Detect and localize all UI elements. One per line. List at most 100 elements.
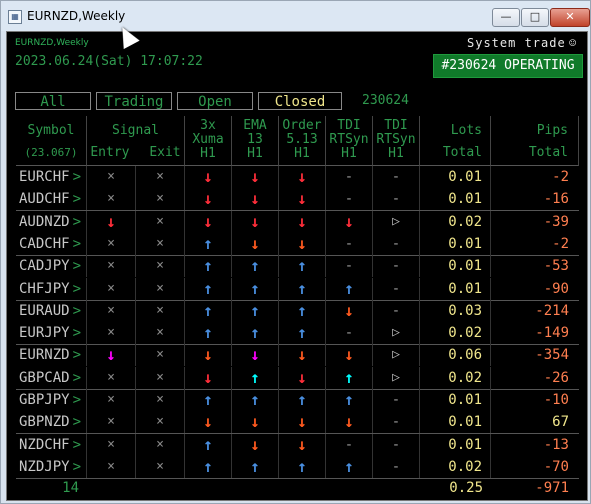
- xuma-signal: ↓: [185, 188, 232, 211]
- title-bar[interactable]: ▦ EURNZD,Weekly — □ ✕: [1, 1, 590, 31]
- col-entry-label: Entry: [90, 145, 130, 160]
- tdi2-signal: -: [373, 411, 420, 434]
- tdi1-signal: ↓: [326, 299, 373, 322]
- pips-cell: -2: [552, 235, 569, 252]
- xuma-signal: ↑: [185, 389, 232, 411]
- chevron-right-icon: >: [72, 302, 81, 319]
- chevron-right-icon: >: [72, 169, 81, 185]
- filter-date: 230624: [362, 93, 409, 108]
- entry-signal: ×: [87, 433, 136, 456]
- ema-signal: ↑: [232, 255, 279, 278]
- tdi1-signal: ↓: [326, 344, 373, 367]
- col-lots-l2: Total: [442, 145, 482, 160]
- exit-signal: ×: [136, 210, 185, 233]
- symbol-cell[interactable]: GBPJPY >: [16, 389, 87, 411]
- table-row[interactable]: GBPJPY > × × ↑ ↑ ↑ ↑ -0.01 -10: [16, 389, 579, 411]
- table-row[interactable]: EURJPY > × × ↑ ↑ ↑ - ▷ 0.02 -149: [16, 322, 579, 345]
- col-tdi1-l2: RTSyn: [329, 132, 369, 147]
- col-order-l1: Order: [282, 118, 322, 133]
- symbol-cell[interactable]: CADJPY >: [16, 255, 87, 278]
- xuma-signal: ↑: [185, 322, 232, 345]
- table-row[interactable]: CHFJPY > × × ↑ ↑ ↑ ↑ -0.01 -90: [16, 277, 579, 300]
- filter-closed-button[interactable]: Closed: [258, 92, 342, 110]
- table-row[interactable]: CADCHF > × × ↑ ↓ ↓ - -0.01 -2: [16, 232, 579, 255]
- chevron-right-icon: >: [72, 325, 81, 342]
- chevron-right-icon: >: [72, 235, 81, 252]
- filter-open-button[interactable]: Open: [177, 92, 253, 110]
- entry-signal: ×: [87, 455, 136, 478]
- entry-signal: ↓: [87, 210, 136, 233]
- table-row[interactable]: EURCHF > × × ↓ ↓ ↓ - -0.01 -2: [16, 166, 579, 188]
- exit-signal: ×: [136, 433, 185, 456]
- table-row[interactable]: GBPNZD > × × ↓ ↓ ↓ ↓ -0.01 67: [16, 411, 579, 434]
- tdi2-signal: -: [373, 389, 420, 411]
- ema-signal: ↓: [232, 344, 279, 367]
- symbol-name: CHFJPY: [19, 280, 70, 297]
- chart-label: EURNZD,Weekly: [15, 38, 89, 48]
- pips-cell: -214: [535, 302, 569, 319]
- chart-window-icon: ▦: [8, 10, 22, 24]
- lots-cell: 0.01: [420, 411, 491, 434]
- minimize-button[interactable]: —: [492, 8, 520, 27]
- lots-cell: 0.02: [420, 210, 491, 233]
- col-xuma-l3: H1: [200, 146, 216, 161]
- server-datetime: 2023.06.24(Sat) 17:07:22: [15, 54, 203, 69]
- order-signal: ↓: [279, 232, 326, 255]
- ema-signal: ↓: [232, 166, 279, 188]
- order-signal: ↓: [279, 433, 326, 456]
- order-signal: ↓: [279, 210, 326, 233]
- pips-cell: -13: [543, 436, 569, 453]
- symbol-cell[interactable]: CHFJPY >: [16, 277, 87, 300]
- exit-signal: ×: [136, 455, 185, 478]
- chevron-right-icon: >: [72, 436, 81, 453]
- lots-cell: 0.01: [420, 389, 491, 411]
- ema-signal: ↑: [232, 366, 279, 389]
- col-tdi2-l2: RTSyn: [376, 132, 416, 147]
- symbol-cell[interactable]: EURNZD >: [16, 344, 87, 367]
- col-symbol-header[interactable]: Symbol (23.067): [16, 116, 87, 166]
- tdi2-signal: -: [373, 433, 420, 456]
- filter-trading-button[interactable]: Trading: [96, 92, 172, 110]
- ema-signal: ↑: [232, 277, 279, 300]
- xuma-signal: ↓: [185, 344, 232, 367]
- symbol-name: AUDNZD: [19, 213, 70, 230]
- table-row[interactable]: AUDNZD > ↓ × ↓ ↓ ↓ ↓ ▷ 0.02 -39: [16, 210, 579, 233]
- table-row[interactable]: NZDJPY > × × ↑ ↑ ↑ ↑ -0.02 -70: [16, 455, 579, 478]
- tdi2-signal: ▷: [373, 322, 420, 345]
- xuma-signal: ↓: [185, 210, 232, 233]
- col-signal-header: Signal Entry Exit: [87, 116, 185, 166]
- symbol-cell[interactable]: GBPNZD >: [16, 411, 87, 434]
- tdi1-signal: -: [326, 232, 373, 255]
- table-row[interactable]: EURAUD > × × ↑ ↑ ↑ ↓ -0.03 -214: [16, 299, 579, 322]
- ema-signal: ↑: [232, 389, 279, 411]
- symbol-cell[interactable]: EURJPY >: [16, 322, 87, 345]
- symbol-cell[interactable]: CADCHF >: [16, 232, 87, 255]
- table-row[interactable]: EURNZD > ↓ × ↓ ↓ ↓ ↓ ▷ 0.06 -354: [16, 344, 579, 367]
- filter-all-button[interactable]: All: [15, 92, 91, 110]
- tdi1-signal: ↑: [326, 277, 373, 300]
- table-row[interactable]: AUDCHF > × × ↓ ↓ ↓ - -0.01 -16: [16, 188, 579, 211]
- symbol-name: GBPCAD: [19, 369, 70, 386]
- symbol-cell[interactable]: AUDNZD >: [16, 210, 87, 233]
- col-tdi2-header: TDI RTSyn H1: [373, 116, 420, 166]
- symbol-cell[interactable]: EURAUD >: [16, 299, 87, 322]
- dashboard-panel: EURNZD,Weekly 2023.06.24(Sat) 17:07:22 S…: [6, 31, 588, 501]
- col-pips-header: Pips Total: [491, 116, 579, 166]
- symbol-cell[interactable]: NZDJPY >: [16, 455, 87, 478]
- order-signal: ↑: [279, 389, 326, 411]
- table-row[interactable]: NZDCHF > × × ↑ ↓ ↓ - -0.01 -13: [16, 433, 579, 456]
- symbol-cell[interactable]: AUDCHF >: [16, 188, 87, 211]
- col-pips-l2: Total: [528, 145, 568, 160]
- col-xuma-l1: 3x: [200, 118, 216, 133]
- table-row[interactable]: CADJPY > × × ↑ ↑ ↑ - -0.01 -53: [16, 255, 579, 278]
- status-badge: #230624 OPERATING: [433, 54, 583, 78]
- symbol-cell[interactable]: EURCHF >: [16, 166, 87, 188]
- table-row[interactable]: GBPCAD > × × ↓ ↑ ↓ ↑ ▷ 0.02 -26: [16, 366, 579, 389]
- symbol-cell[interactable]: NZDCHF >: [16, 433, 87, 456]
- symbol-cell[interactable]: GBPCAD >: [16, 366, 87, 389]
- chevron-right-icon: >: [72, 414, 81, 431]
- maximize-button[interactable]: □: [521, 8, 549, 27]
- exit-signal: ×: [136, 188, 185, 211]
- close-button[interactable]: ✕: [550, 8, 590, 27]
- chevron-right-icon: >: [72, 258, 81, 275]
